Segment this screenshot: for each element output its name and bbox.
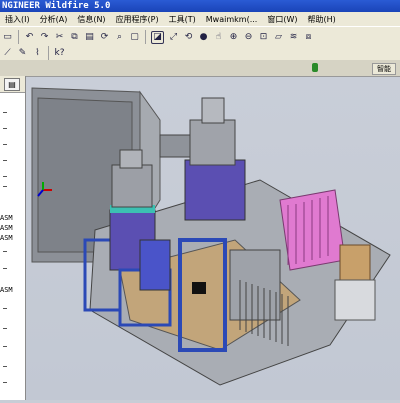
menu-tools[interactable]: 工具(T)	[164, 14, 201, 25]
render-icon[interactable]: ⧈	[303, 32, 314, 43]
tree-line	[3, 366, 7, 367]
tree-settings-icon[interactable]: ▤	[4, 78, 20, 91]
graphics-viewport[interactable]	[26, 77, 400, 400]
toolbar-separator	[18, 30, 19, 44]
model-tree-panel: ▤ ASM ASM ASM ASM	[0, 76, 26, 400]
menu-help[interactable]: 帮助(H)	[302, 14, 340, 25]
shading-icon[interactable]: ●	[198, 32, 209, 43]
tree-item[interactable]: ASM	[0, 224, 13, 232]
toolbar-separator	[48, 46, 49, 60]
tree-item[interactable]: ASM	[0, 286, 13, 294]
menu-analysis[interactable]: 分析(A)	[35, 14, 73, 25]
refit-icon[interactable]: ⊡	[258, 32, 269, 43]
main-toolbar: ▭ ↶ ↷ ✂ ⧉ ▤ ⟳ ⌕ ▢ ◪ ⤢ ⟲ ● ☝ ⊕ ⊖ ⊡ ▱ ≋ ⧈	[0, 26, 400, 47]
copy-icon[interactable]: ⧉	[69, 32, 80, 43]
tree-line	[3, 328, 7, 329]
open-icon[interactable]: ▭	[2, 32, 13, 43]
blue-block	[139, 239, 171, 291]
tree-line	[3, 308, 7, 309]
toolbar-separator	[145, 30, 146, 44]
left-cylinder	[111, 164, 153, 208]
motor-block	[192, 282, 206, 294]
tree-line	[3, 112, 7, 113]
menu-plugin[interactable]: Mwaimkm(...	[201, 15, 263, 24]
tree-item[interactable]: ASM	[0, 234, 13, 242]
menu-bar: 插入(I) 分析(A) 信息(N) 应用程序(P) 工具(T) Mwaimkm(…	[0, 12, 400, 26]
status-indicator-icon	[312, 63, 318, 72]
right-unit	[229, 249, 281, 321]
tree-line	[3, 251, 7, 252]
model-tree-header: ▤	[0, 76, 25, 93]
center-cylinder	[189, 119, 236, 166]
datum-plane-icon[interactable]: ▱	[273, 32, 284, 43]
filter-tag[interactable]: 智能	[372, 63, 396, 75]
help-icon[interactable]: k?	[54, 48, 65, 59]
zoom-in-icon[interactable]: ⊕	[228, 32, 239, 43]
orient-icon[interactable]: ◪	[151, 30, 164, 44]
window-title: NGINEER Wildfire 5.0	[0, 0, 400, 12]
sketch-icon[interactable]: ⟋	[2, 48, 13, 59]
regenerate-icon[interactable]: ⟳	[99, 32, 110, 43]
zoom-out-icon[interactable]: ⊖	[243, 32, 254, 43]
right-platform	[334, 279, 376, 321]
tree-line	[3, 144, 7, 145]
layers-icon[interactable]: ≋	[288, 32, 299, 43]
center-module	[184, 159, 246, 221]
spin-icon[interactable]: ⟲	[183, 32, 194, 43]
redo-icon[interactable]: ↷	[39, 32, 50, 43]
tree-line	[3, 176, 7, 177]
tree-item[interactable]: ASM	[0, 214, 13, 222]
menu-info[interactable]: 信息(N)	[72, 14, 110, 25]
center-cylinder-top	[201, 97, 225, 124]
undo-icon[interactable]: ↶	[24, 32, 35, 43]
paste-icon[interactable]: ▤	[84, 32, 95, 43]
tree-line	[3, 382, 7, 383]
tree-line	[3, 160, 7, 161]
menu-insert[interactable]: 插入(I)	[0, 14, 35, 25]
repaint-icon[interactable]: ☝	[213, 32, 224, 43]
view-icon[interactable]: ⤢	[168, 32, 179, 43]
secondary-toolbar: ⟋ ✎ ⌇ k?	[0, 46, 400, 60]
tree-line	[3, 186, 7, 187]
left-cylinder-top	[119, 149, 143, 169]
find-icon[interactable]: ⌕	[114, 32, 125, 43]
menu-applications[interactable]: 应用程序(P)	[111, 14, 164, 25]
edit-icon[interactable]: ✎	[17, 48, 28, 59]
tree-line	[3, 268, 7, 269]
assembly-model	[31, 87, 391, 386]
select-icon[interactable]: ▢	[129, 32, 140, 43]
reference-icon[interactable]: ⌇	[32, 48, 43, 59]
hopper	[159, 134, 191, 158]
tree-line	[3, 346, 7, 347]
cut-icon[interactable]: ✂	[54, 32, 65, 43]
status-strip	[0, 60, 400, 77]
menu-window[interactable]: 窗口(W)	[262, 14, 302, 25]
tree-line	[3, 128, 7, 129]
